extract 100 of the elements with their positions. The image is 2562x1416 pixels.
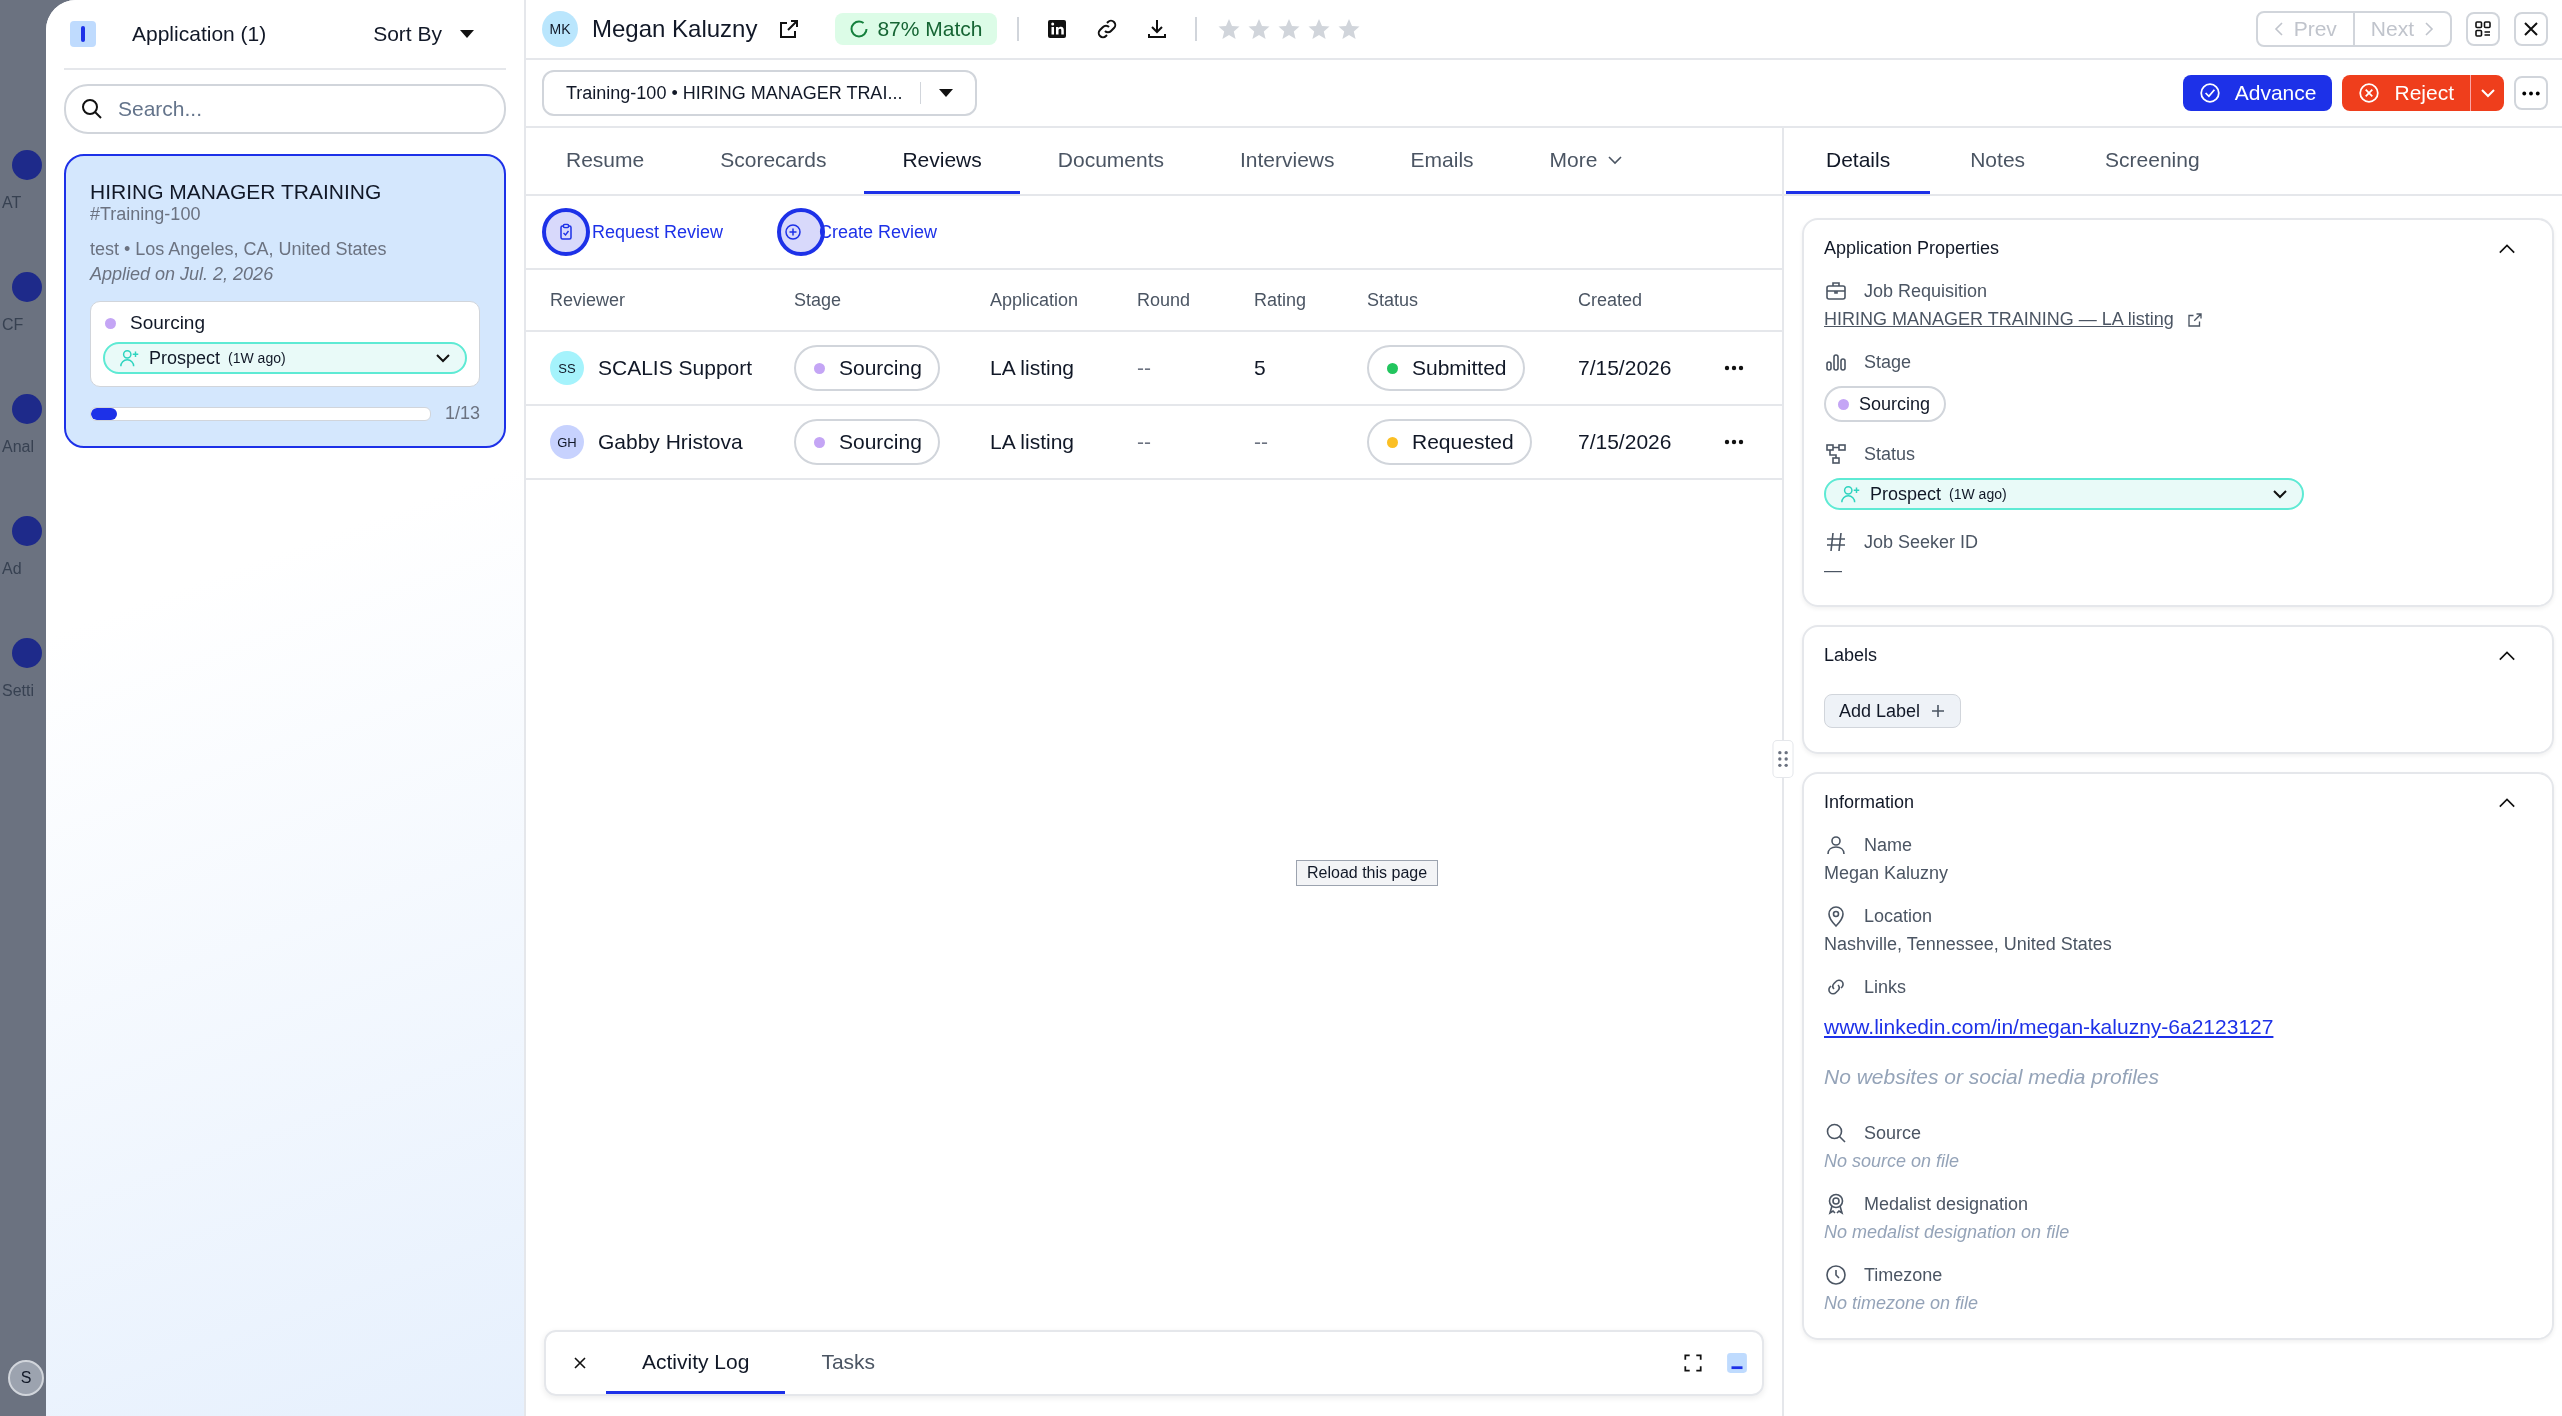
chevron-icon[interactable] bbox=[2498, 242, 2516, 255]
empty-note: No timezone on file bbox=[1824, 1293, 1979, 1314]
tab[interactable]: Emails bbox=[1372, 128, 1512, 194]
search-icon bbox=[80, 97, 104, 121]
reviewer-avatar: SS bbox=[550, 351, 584, 385]
field-label: Job Requisition bbox=[1864, 280, 1988, 302]
empty-note: No medalist designation on file bbox=[1824, 1222, 2070, 1243]
column-header: Reviewer bbox=[550, 289, 627, 311]
table-cell-text: LA listing bbox=[990, 356, 1076, 380]
more-options-button[interactable] bbox=[2514, 76, 2548, 110]
stage-pill: Sourcing bbox=[794, 345, 940, 391]
chevron-down-icon bbox=[1607, 154, 1624, 165]
status-pill: Submitted bbox=[1367, 345, 1525, 391]
row-menu-icon[interactable] bbox=[1723, 439, 1745, 445]
sort-button[interactable]: Sort By bbox=[373, 22, 474, 46]
nav-icon[interactable] bbox=[12, 638, 42, 668]
nav-icon[interactable] bbox=[12, 394, 42, 424]
minimize-icon[interactable] bbox=[1726, 1352, 1748, 1374]
progress-count: 1/13 bbox=[444, 403, 480, 424]
tab[interactable]: More bbox=[1511, 128, 1662, 194]
panel-title: Application (1) bbox=[132, 22, 267, 46]
clock-icon bbox=[1824, 1263, 1848, 1287]
applied-date: Applied on Jul. 2, 2026 bbox=[90, 264, 275, 285]
status-dropdown[interactable]: Prospect (1W ago) bbox=[1824, 478, 2304, 510]
field-label: Location bbox=[1864, 905, 1933, 927]
column-header: Round bbox=[1137, 289, 1192, 311]
stage-pill: Sourcing bbox=[794, 419, 940, 465]
row-menu-icon[interactable] bbox=[1723, 365, 1745, 371]
expand-icon[interactable] bbox=[1682, 1352, 1704, 1374]
tab[interactable]: Interviews bbox=[1202, 128, 1373, 194]
add-label-button[interactable]: Add Label bbox=[1824, 694, 1962, 728]
tab[interactable]: Activity Log bbox=[606, 1332, 786, 1394]
column-header: Application bbox=[990, 289, 1080, 311]
job-location: test • Los Angeles, CA, United States bbox=[90, 239, 388, 260]
field-value: — bbox=[1824, 560, 1842, 581]
tab[interactable]: Reviews bbox=[864, 128, 1020, 194]
section-title: Labels bbox=[1824, 645, 1878, 666]
search-field[interactable]: Search... bbox=[64, 84, 506, 134]
tab[interactable]: Tasks bbox=[785, 1332, 912, 1394]
plus-icon bbox=[1930, 703, 1947, 719]
profile-link[interactable]: www.linkedin.com/in/megan-kaluzny-6a2123127 bbox=[1824, 1015, 2274, 1039]
table-cell-text: 5 bbox=[1254, 356, 1267, 380]
tab[interactable]: Documents bbox=[1019, 128, 1202, 194]
user-avatar[interactable]: S bbox=[8, 1360, 44, 1396]
plus-circle-icon bbox=[783, 222, 804, 242]
reviewer-avatar: GH bbox=[550, 425, 584, 459]
section-title: Information bbox=[1824, 792, 1915, 813]
person-add-icon bbox=[119, 347, 141, 369]
field-label: Medalist designation bbox=[1864, 1193, 2029, 1215]
drag-handle-icon[interactable] bbox=[1772, 740, 1794, 778]
reject-menu-button[interactable] bbox=[2470, 75, 2504, 111]
tab[interactable]: Details bbox=[1786, 128, 1931, 194]
stage-pill: Sourcing bbox=[1824, 386, 1947, 422]
application-card[interactable]: HIRING MANAGER TRAINING #Training-100 test • Los Angeles, CA, United States Applied on Jul. 2, 2026 Sourcing Prospect (1W ago) 1/13 bbox=[64, 154, 506, 448]
status-dropdown[interactable]: Prospect (1W ago) bbox=[103, 342, 467, 374]
grid-view-button[interactable] bbox=[2466, 12, 2500, 46]
caret-icon bbox=[939, 89, 954, 97]
grid-icon bbox=[2473, 19, 2493, 39]
column-header: Created bbox=[1578, 289, 1644, 311]
tab[interactable]: Notes bbox=[1930, 128, 2066, 194]
field-value: Megan Kaluzny bbox=[1824, 863, 1949, 884]
tab[interactable]: Scorecards bbox=[682, 128, 865, 194]
candidate-avatar: MK bbox=[542, 11, 578, 47]
field-label: Status bbox=[1864, 443, 1916, 465]
tab[interactable]: Screening bbox=[2065, 128, 2240, 194]
column-header: Stage bbox=[794, 289, 843, 311]
reject-button[interactable]: Reject bbox=[2342, 75, 2470, 111]
field-label: Stage bbox=[1864, 351, 1912, 373]
empty-note: No source on file bbox=[1824, 1151, 1960, 1172]
table-cell-text: LA listing bbox=[990, 430, 1076, 454]
requisition-dropdown[interactable]: Training-100 • HIRING MANAGER TRAI... bbox=[542, 70, 978, 116]
candidate-name: Megan Kaluzny bbox=[592, 15, 758, 43]
caret-icon bbox=[460, 30, 474, 38]
job-title: HIRING MANAGER TRAINING bbox=[90, 180, 383, 204]
table-cell-text: -- bbox=[1137, 356, 1152, 380]
table-cell-text: -- bbox=[1254, 430, 1269, 454]
close-button[interactable] bbox=[2514, 12, 2548, 46]
person-icon bbox=[1824, 833, 1848, 857]
empty-note: No websites or social media profiles bbox=[1824, 1065, 2159, 1089]
requisition-link[interactable]: HIRING MANAGER TRAINING — LA listing bbox=[1824, 309, 2174, 330]
review-action-link[interactable]: Request Review bbox=[556, 221, 724, 243]
check-circle-icon bbox=[2198, 82, 2221, 104]
nav-icon[interactable] bbox=[12, 272, 42, 302]
column-header: Status bbox=[1367, 289, 1420, 311]
chevron-icon[interactable] bbox=[2498, 796, 2516, 809]
nav-icon[interactable] bbox=[12, 150, 42, 180]
nodes-icon bbox=[1824, 442, 1848, 466]
advance-button[interactable]: Advance bbox=[2182, 75, 2333, 111]
external-link-icon[interactable] bbox=[2185, 310, 2204, 329]
reviewer-name: SCALIS Support bbox=[598, 356, 753, 380]
field-label: Timezone bbox=[1864, 1264, 1943, 1286]
person-add-icon bbox=[1840, 483, 1862, 505]
stage-label: Sourcing bbox=[130, 312, 205, 334]
field-label: Name bbox=[1864, 834, 1912, 856]
nav-icon[interactable] bbox=[12, 516, 42, 546]
panel-toggle-icon[interactable] bbox=[70, 21, 96, 47]
x-circle-icon bbox=[2358, 82, 2381, 104]
table-cell-text: -- bbox=[1137, 430, 1152, 454]
chevron-icon[interactable] bbox=[2498, 649, 2516, 662]
tab[interactable]: Resume bbox=[528, 128, 683, 194]
